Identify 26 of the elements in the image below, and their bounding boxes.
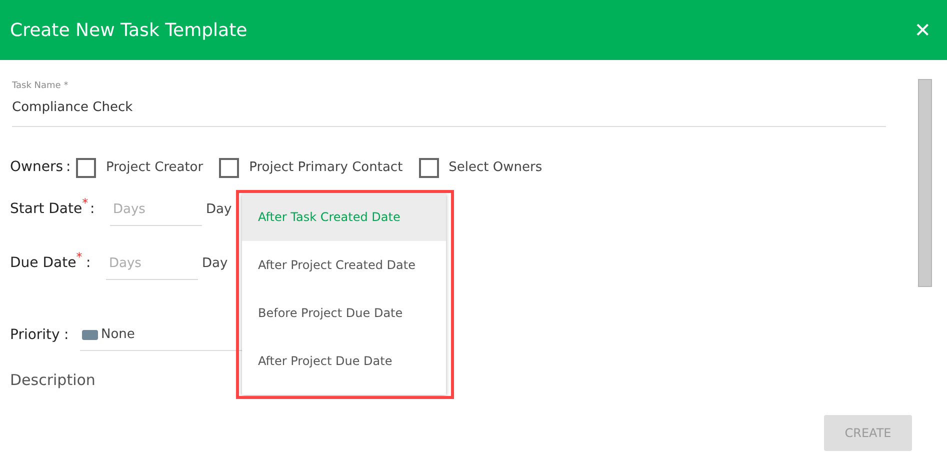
colon: : (86, 254, 92, 273)
days-field[interactable]: Days (106, 248, 198, 280)
field-label: Due Date$^{*}$ (10, 253, 84, 273)
checkbox-label: Project Creator (106, 158, 204, 177)
unit-label: Day (202, 254, 228, 273)
colon: : (66, 158, 72, 177)
menu-item[interactable]: After Project Created Date (242, 241, 446, 289)
field-label: Priority (10, 326, 61, 345)
task-name-field[interactable]: Compliance Check (12, 94, 886, 122)
days-field[interactable]: Days (110, 194, 202, 226)
field-label: Start Date$^{*}$ (10, 199, 90, 219)
field-label: Task Name * (12, 80, 70, 93)
checkbox[interactable] (76, 158, 96, 178)
field-label: Owners (10, 158, 64, 177)
menu-item[interactable]: Before Project Due Date (242, 289, 446, 337)
colon: : (64, 326, 70, 345)
dialog-title: Create New Task Template (10, 18, 248, 42)
menu-item[interactable]: After Project Due Date (242, 337, 446, 385)
unit-label: Day (206, 200, 232, 219)
section-heading: Description (10, 370, 96, 390)
checkbox-label: Project Primary Contact (249, 158, 403, 177)
checkbox[interactable] (219, 158, 240, 178)
priority-value[interactable]: None (101, 325, 135, 345)
checkbox[interactable] (418, 158, 439, 178)
colon: : (90, 200, 96, 219)
checkbox-label: Select Owners (448, 158, 542, 177)
